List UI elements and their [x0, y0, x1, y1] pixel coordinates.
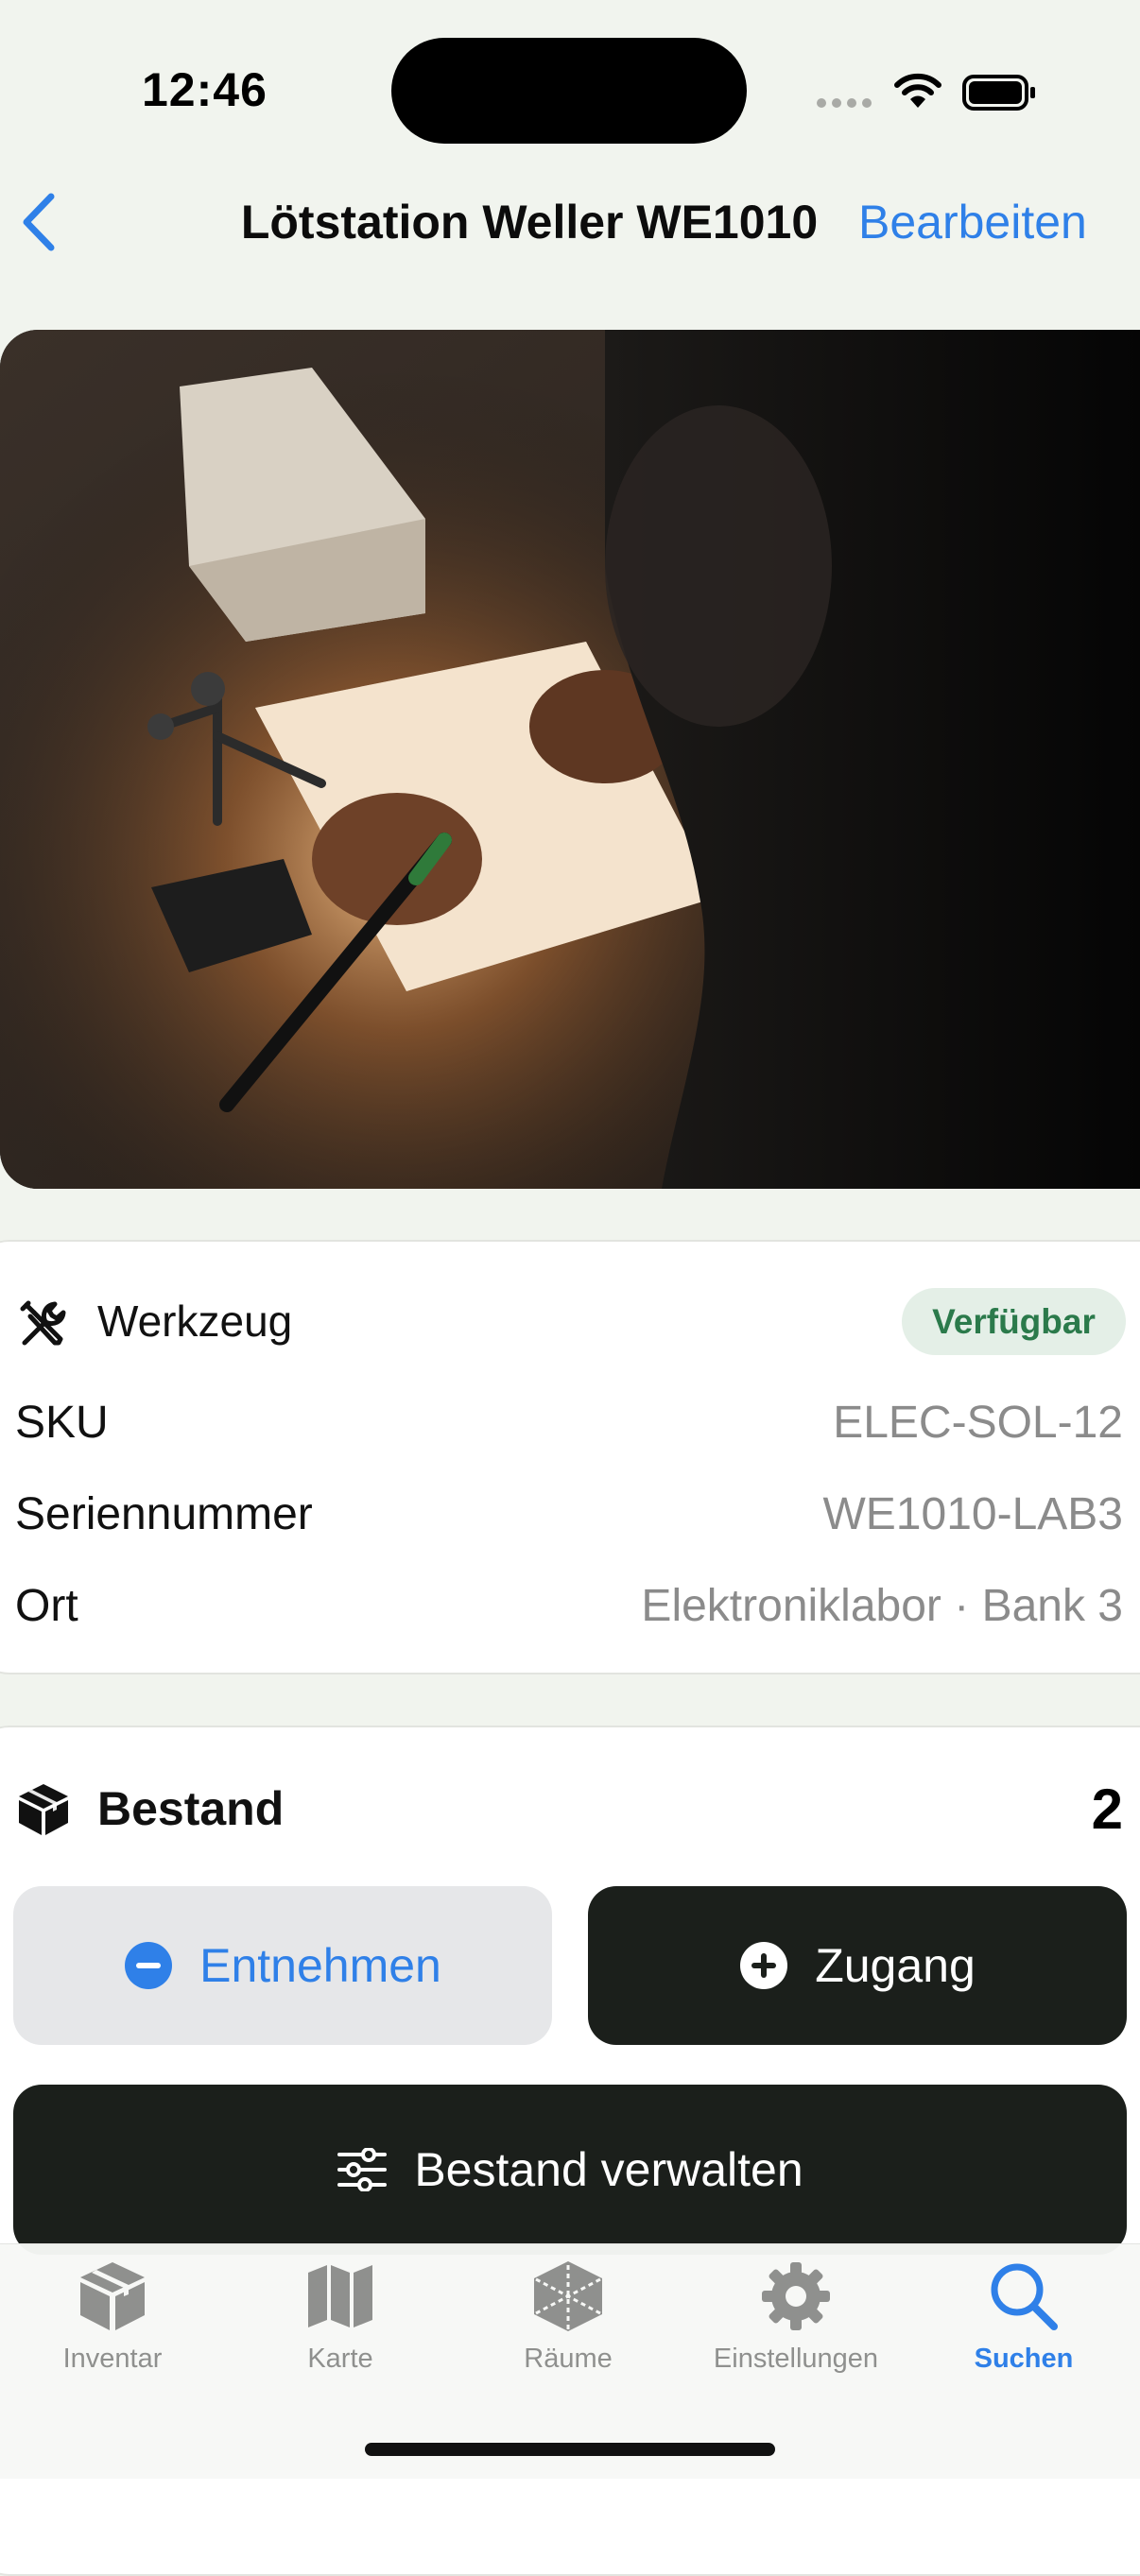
remove-stock-label: Entnehmen	[199, 1939, 441, 1992]
serial-value: WE1010-LAB3	[822, 1489, 1123, 1539]
stock-count: 2	[1091, 1777, 1123, 1841]
status-time: 12:46	[142, 63, 268, 116]
plus-circle-icon	[740, 1942, 788, 1989]
tab-label: Karte	[307, 2344, 373, 2374]
tab-karte[interactable]: Karte	[227, 2253, 454, 2395]
back-button[interactable]	[19, 187, 66, 257]
tab-inventar[interactable]: Inventar	[0, 2253, 226, 2395]
dynamic-island	[391, 38, 747, 144]
edit-button[interactable]: Bearbeiten	[858, 195, 1087, 249]
home-indicator	[365, 2443, 775, 2456]
category-label: Werkzeug	[97, 1297, 293, 1346]
wrench-screwdriver-icon	[20, 1300, 66, 1346]
tab-label: Suchen	[974, 2344, 1074, 2374]
page-title: Lötstation Weller WE1010	[240, 196, 819, 249]
serial-label: Seriennummer	[15, 1489, 313, 1539]
tab-raeume[interactable]: Räume	[455, 2253, 682, 2395]
location-value: Elektroniklabor · Bank 3	[641, 1581, 1123, 1631]
manage-stock-button[interactable]: Bestand verwalten	[13, 2085, 1127, 2255]
rooms-icon	[534, 2261, 602, 2331]
cellular-signal-icon	[817, 98, 872, 108]
sku-value: ELEC-SOL-12	[833, 1398, 1123, 1448]
tab-label: Räume	[524, 2344, 613, 2374]
minus-circle-icon	[125, 1942, 173, 1989]
tab-label: Inventar	[62, 2344, 163, 2374]
sliders-icon	[337, 2148, 388, 2191]
box-icon	[80, 2262, 145, 2330]
add-stock-button[interactable]: Zugang	[588, 1886, 1127, 2045]
item-photo	[0, 330, 1140, 1189]
tab-label: Einstellungen	[713, 2344, 879, 2374]
manage-stock-label: Bestand verwalten	[414, 2143, 803, 2196]
tab-einstellungen[interactable]: Einstellungen	[682, 2253, 909, 2395]
battery-icon	[962, 75, 1035, 111]
chevron-left-icon	[23, 193, 55, 251]
map-icon	[308, 2265, 372, 2327]
wifi-icon	[894, 73, 941, 108]
sku-label: SKU	[15, 1398, 109, 1448]
gear-icon	[762, 2262, 830, 2330]
tab-suchen[interactable]: Suchen	[910, 2253, 1137, 2395]
search-icon	[991, 2263, 1058, 2330]
status-badge: Verfügbar	[902, 1288, 1126, 1355]
location-label: Ort	[15, 1581, 78, 1631]
remove-stock-button[interactable]: Entnehmen	[13, 1886, 552, 2045]
add-stock-label: Zugang	[815, 1939, 976, 1992]
box-icon	[19, 1784, 68, 1835]
stock-title: Bestand	[97, 1782, 285, 1835]
